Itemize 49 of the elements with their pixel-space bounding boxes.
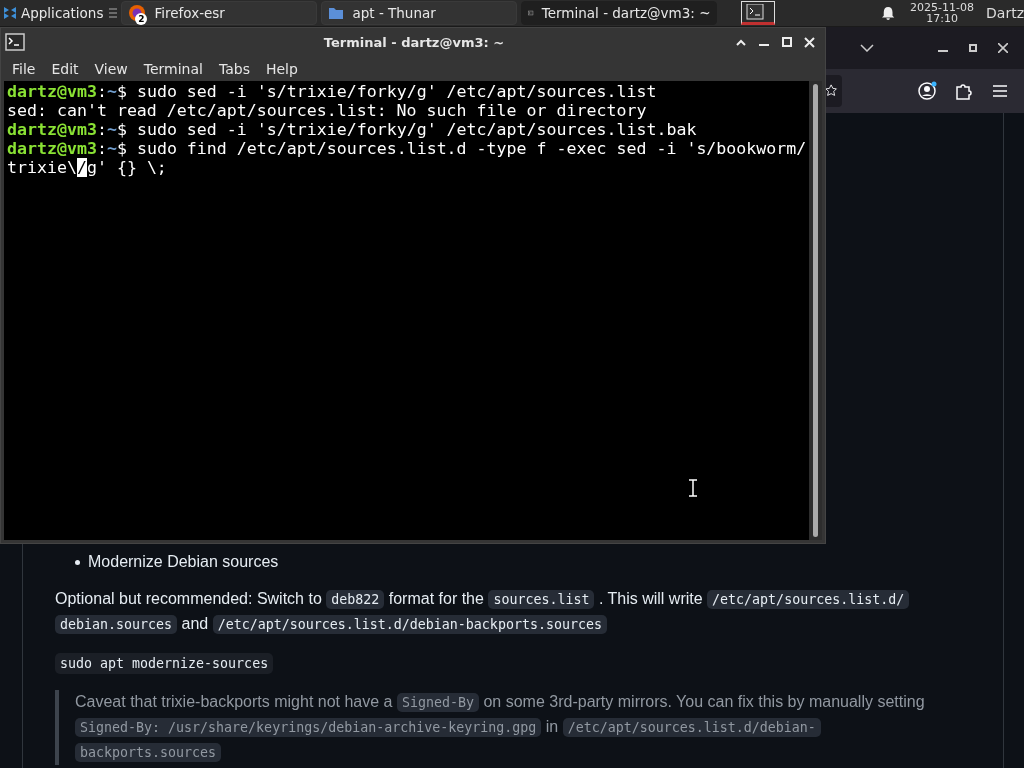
paragraph-text: and: [181, 615, 209, 632]
taskbar-task[interactable]: Terminal - dartz@vm3: ~: [521, 1, 718, 25]
paragraph-text: Caveat that trixie-backports might not have a: [75, 693, 393, 710]
maximize-icon[interactable]: [969, 44, 977, 52]
inline-code: deb822: [326, 590, 385, 609]
taskbar-task[interactable]: 2 Firefox-esr: [121, 1, 318, 25]
star-icon: [825, 84, 839, 98]
inline-code: Signed-By: /usr/share/keyrings/debian-archive-keyring.gpg: [75, 718, 542, 737]
paragraph-text: . This will write: [598, 590, 703, 607]
inline-code: sources.list: [488, 590, 595, 609]
terminal-line: sed: can't read /etc/apt/sources.list: No such file or directory: [7, 101, 648, 120]
inline-code: debian.sources: [55, 615, 178, 634]
menu-item[interactable]: Terminal: [135, 56, 211, 81]
menu-icon: [109, 7, 118, 19]
menu-item[interactable]: Tabs: [210, 56, 258, 81]
scrollbar-thumb[interactable]: [813, 84, 818, 537]
time-text: 17:10: [926, 13, 958, 24]
inline-code: /etc/apt/sources.list.d/debian-backports.sources: [212, 615, 607, 634]
inline-code: /etc/apt/sources.list.d/: [707, 590, 910, 609]
paragraph-text: in: [545, 718, 559, 735]
code-block: sudo apt modernize-sources: [55, 653, 274, 674]
text-cursor-icon: [688, 479, 698, 497]
menu-item[interactable]: File: [4, 56, 44, 81]
date-text: 2025-11-08: [910, 2, 975, 13]
terminal-line: dartz@vm3:~$ sudo sed -i 's/trixie/forky/g' /etc/apt/sources.list: [7, 82, 658, 101]
terminal-line: trixie\/g' {} \;: [7, 158, 168, 177]
window-title: Terminal - dartz@vm3: ~: [322, 34, 506, 50]
count-badge: 2: [135, 13, 148, 25]
menu-item[interactable]: View: [86, 56, 136, 81]
user-name[interactable]: Dartz: [986, 5, 1024, 21]
terminal-line: dartz@vm3:~$ sudo find /etc/apt/sources.list.d -type f -exec sed -i 's/bookworm/: [7, 139, 807, 158]
taskbar-task[interactable]: apt - Thunar: [321, 1, 518, 25]
list-item: Modernize Debian sources: [88, 553, 279, 571]
bullet-icon: [75, 559, 80, 565]
folder-icon: [328, 5, 345, 21]
inline-code: Signed-By: [396, 693, 479, 712]
inline-code: /etc/apt/sources.list.d/debian-: [562, 718, 821, 737]
paragraph-text: format for the: [388, 590, 484, 607]
paragraph-text: on some 3rd-party mirrors. You can fix this by manually setting: [483, 693, 925, 710]
paragraph-text: Optional but recommended: Switch to: [55, 590, 322, 607]
terminal-line: dartz@vm3:~$ sudo sed -i 's/trixie/forky/g' /etc/apt/sources.list.bak: [7, 120, 698, 139]
close-icon[interactable]: [998, 43, 1008, 53]
inline-code: backports.sources: [75, 743, 222, 762]
applications-menu[interactable]: Applications: [0, 0, 106, 26]
menu-item[interactable]: Help: [257, 56, 306, 81]
app-menu-icon: [2, 5, 18, 21]
menu-item[interactable]: Edit: [43, 56, 87, 81]
caret-up-icon[interactable]: [735, 38, 746, 46]
workspace-switcher[interactable]: [741, 1, 776, 25]
